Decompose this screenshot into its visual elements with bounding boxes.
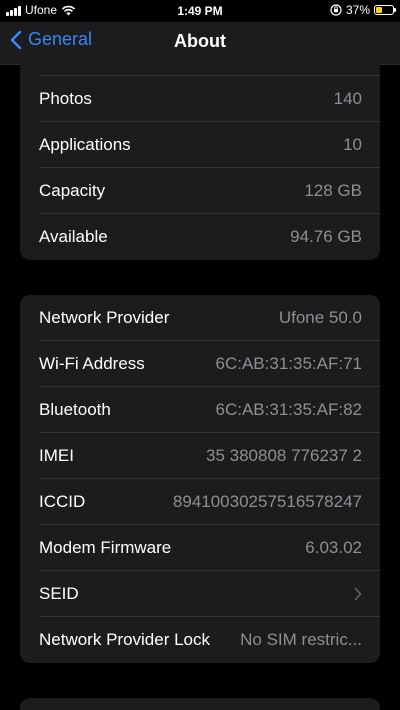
- network-info-group: Network Provider Ufone 50.0 Wi-Fi Addres…: [20, 295, 380, 663]
- row-value: 6C:AB:31:35:AF:71: [215, 354, 362, 373]
- storage-info-group: Photos 140 Applications 10 Capacity 128 …: [20, 54, 380, 260]
- status-right: 37%: [330, 3, 396, 17]
- about-screen: Ufone 1:49 PM 37% General About Photos 1…: [0, 0, 400, 710]
- chevron-right-icon: [354, 587, 362, 601]
- battery-percent: 37%: [345, 3, 370, 17]
- row-value: No SIM restric...: [240, 630, 362, 649]
- list-item-partial: [20, 54, 380, 76]
- row-bluetooth: Bluetooth 6C:AB:31:35:AF:82: [20, 387, 380, 433]
- page-title: About: [174, 31, 226, 51]
- row-label: SEID: [39, 584, 79, 603]
- row-modem-firmware: Modem Firmware 6.03.02: [20, 525, 380, 571]
- row-value: 140: [333, 89, 362, 108]
- row-network-provider-lock: Network Provider Lock No SIM restric...: [20, 617, 380, 663]
- row-label: Photos: [39, 89, 92, 108]
- row-value: 10: [343, 135, 362, 154]
- row-label: Capacity: [39, 181, 106, 200]
- row-value: 6.03.02: [305, 538, 362, 557]
- row-iccid: ICCID 89410030257516578247: [20, 479, 380, 525]
- row-label: ICCID: [39, 492, 86, 511]
- row-label: Available: [39, 227, 108, 246]
- row-capacity: Capacity 128 GB: [20, 168, 380, 214]
- row-value: 6C:AB:31:35:AF:82: [215, 400, 362, 419]
- orientation-lock-icon: [330, 4, 342, 16]
- row-value: 89410030257516578247: [172, 492, 362, 511]
- row-label: Network Provider: [39, 308, 170, 327]
- row-value: 128 GB: [304, 181, 362, 200]
- row-label: Modem Firmware: [39, 538, 172, 557]
- row-wifi-address: Wi-Fi Address 6C:AB:31:35:AF:71: [20, 341, 380, 387]
- row-value: 35 380808 776237 2: [206, 446, 362, 465]
- row-available: Available 94.76 GB: [20, 214, 380, 260]
- row-label: Bluetooth: [39, 400, 111, 419]
- status-bar: Ufone 1:49 PM 37%: [0, 0, 400, 22]
- row-label: IMEI: [39, 446, 74, 465]
- next-group-partial: [20, 698, 380, 710]
- row-photos: Photos 140: [20, 76, 380, 122]
- row-value: Ufone 50.0: [278, 308, 362, 327]
- row-applications: Applications 10: [20, 122, 380, 168]
- battery-charging-icon: [374, 5, 396, 15]
- row-label: Wi-Fi Address: [39, 354, 145, 373]
- row-label: Network Provider Lock: [39, 630, 211, 649]
- row-label: Applications: [39, 135, 131, 154]
- row-seid[interactable]: SEID: [20, 571, 380, 617]
- row-imei: IMEI 35 380808 776237 2: [20, 433, 380, 479]
- row-network-provider: Network Provider Ufone 50.0: [20, 295, 380, 341]
- row-value: 94.76 GB: [290, 227, 362, 246]
